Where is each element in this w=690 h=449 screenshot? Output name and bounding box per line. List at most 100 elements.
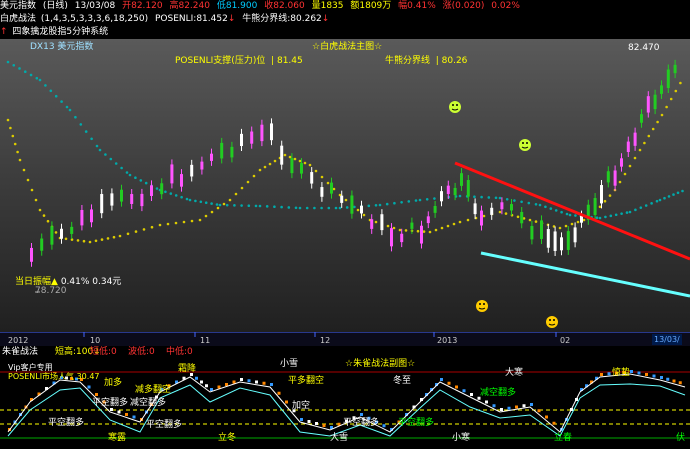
sub-chart-panel[interactable]: ☆朱雀战法副图☆ Vip客户专用 POSENLI市场人气 30.47 小雪 霜降… [0, 358, 690, 449]
cyan-dot [625, 211, 629, 214]
cyan-dot [240, 204, 243, 207]
candle-body [640, 114, 643, 123]
sub-square [666, 377, 670, 381]
sub-square [255, 380, 258, 384]
candle-body [320, 187, 324, 197]
yellow-dot [112, 235, 116, 239]
sub-square [507, 406, 511, 410]
candle-body [600, 185, 603, 204]
sub-param-label: 波低: [128, 347, 150, 357]
yellow-dot [38, 208, 42, 212]
cyan-dot [595, 216, 599, 219]
sub-event-label: 惊蛰 [612, 368, 631, 378]
yellow-dot [362, 213, 366, 217]
sub-square [200, 380, 203, 384]
yellow-dot [674, 89, 678, 93]
sub-square [672, 379, 676, 383]
cyan-dot [505, 197, 509, 201]
cyan-dot [210, 202, 213, 205]
yellow-dot [603, 199, 607, 203]
sub-square [232, 380, 236, 384]
sub-event-label: 平空翻多 [398, 418, 435, 428]
yellow-dot [246, 180, 250, 184]
axis-label: 2013 [437, 336, 458, 345]
sub-square [462, 389, 466, 393]
yellow-dot [656, 120, 659, 124]
yellow-dot [398, 228, 402, 232]
yellow-dot [660, 113, 664, 117]
cyan-dot [407, 200, 411, 203]
yellow-dot [234, 192, 238, 196]
cyan-dot [513, 199, 516, 202]
candle-body [540, 220, 543, 239]
yellow-dot [82, 239, 86, 243]
cyan-dot [280, 205, 283, 209]
candle-body [220, 142, 224, 159]
candlesticks [30, 59, 677, 267]
sub-event-label: 平空翻多 [146, 420, 183, 430]
yellow-dot [9, 126, 12, 130]
candle-body [660, 85, 663, 94]
yellow-dot [16, 150, 19, 154]
sub-event-label: 加空 [292, 401, 311, 411]
yellow-dot [638, 148, 642, 152]
candle-body [210, 153, 213, 161]
yellow-dot [11, 134, 15, 138]
yellow-dot [669, 97, 673, 101]
cyan-dot [298, 206, 302, 210]
candle-body [140, 193, 144, 207]
candle-body [390, 228, 393, 247]
candle-body [240, 133, 243, 147]
cyan-dot [199, 200, 203, 204]
cyan-dot [6, 60, 10, 64]
sub-square [277, 391, 281, 395]
cyan-dot [54, 94, 58, 98]
candle-body [426, 216, 430, 224]
candle-body [290, 158, 294, 174]
candle-body [560, 237, 563, 251]
cyan-dot [527, 201, 531, 205]
yellow-dot [54, 231, 58, 234]
yellow-dot [118, 234, 122, 238]
candle-body [593, 198, 597, 215]
sub-event-label: 平空翻多 [92, 398, 129, 408]
sub-chart-header: 朱雀战法 短高:100↓ 短低:0 波低:0 中低:0 [0, 346, 690, 358]
cyan-dot [204, 201, 208, 204]
sub-event-label: 冬至 [393, 376, 412, 386]
time-axis[interactable]: 2012 10 11 12 2013 02 13/03/ [0, 332, 690, 346]
sub-square [470, 393, 473, 396]
yellow-dot [34, 198, 38, 202]
sub-square [205, 384, 208, 388]
yellow-dot [263, 165, 267, 169]
yellow-dot [26, 178, 30, 182]
yellow-dot [46, 219, 50, 223]
yellow-dot [303, 161, 307, 165]
yellow-dot [258, 168, 262, 172]
candle-body [466, 180, 470, 197]
yellow-dot [228, 198, 232, 202]
sub-square [660, 376, 663, 379]
yellow-dot [570, 222, 574, 226]
candle-body [110, 193, 114, 206]
candle-body [40, 238, 44, 251]
cyan-dot [498, 196, 502, 200]
cyan-dot [305, 206, 309, 210]
yellow-dot [298, 159, 302, 163]
yellow-dot [564, 224, 568, 228]
yellow-dot [273, 159, 277, 163]
smiley-icon [546, 316, 558, 328]
yellow-dot [13, 142, 17, 146]
cyan-dot [155, 187, 159, 190]
sub-square [630, 370, 633, 373]
sub-event-label: 加多 [104, 378, 123, 388]
candle-body [440, 191, 443, 202]
yellow-dot [216, 206, 220, 210]
cyan-dot [658, 198, 662, 202]
yellow-dot [288, 155, 292, 159]
yellow-dot [182, 220, 186, 224]
cyan-dot [568, 213, 572, 217]
cyan-trend-line [480, 251, 690, 298]
cyan-dot [560, 210, 563, 214]
candle-body [626, 141, 630, 152]
cyan-dot [258, 204, 262, 208]
